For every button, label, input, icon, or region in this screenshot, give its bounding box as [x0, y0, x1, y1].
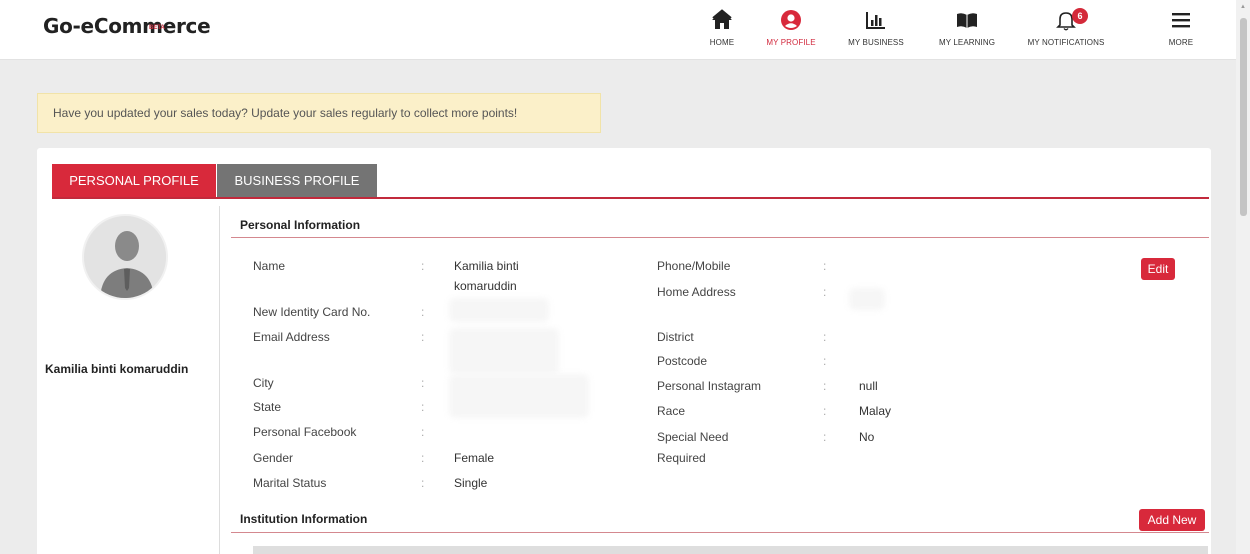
state-label: State — [253, 400, 282, 414]
phone-label: Phone/Mobile — [657, 259, 731, 273]
home-address-value-redacted — [849, 288, 885, 310]
institution-info-divider — [231, 532, 1209, 533]
avatar — [82, 214, 168, 300]
special-need-separator: : — [823, 430, 827, 444]
special-need-label-line2: Required — [657, 451, 706, 465]
beta-badge: BETA — [149, 25, 165, 31]
ic-value-redacted — [449, 298, 549, 322]
bar-chart-icon — [842, 8, 910, 32]
book-icon — [932, 8, 1002, 32]
nav-my-business[interactable]: MY BUSINESS — [842, 8, 910, 47]
nav-my-notifications[interactable]: 6 MY NOTIFICATIONS — [1022, 8, 1110, 47]
alert-text: Have you updated your sales today? Updat… — [53, 106, 518, 120]
email-separator: : — [421, 330, 425, 344]
name-label: Name — [253, 259, 286, 273]
name-value-line2: komaruddin — [454, 279, 517, 293]
marital-status-label: Marital Status — [253, 476, 327, 490]
district-separator: : — [823, 330, 827, 344]
special-need-value: No — [859, 430, 875, 444]
edit-button[interactable]: Edit — [1141, 258, 1175, 280]
postcode-separator: : — [823, 354, 827, 368]
state-separator: : — [421, 400, 425, 414]
instagram-value: null — [859, 379, 878, 393]
user-full-name: Kamilia binti komaruddin — [45, 362, 189, 376]
personal-info-title: Personal Information — [240, 218, 361, 232]
profile-sidebar: Kamilia binti komaruddin — [37, 206, 220, 554]
gender-value: Female — [454, 451, 495, 465]
add-new-institution-button[interactable]: Add New — [1139, 509, 1205, 531]
city-label: City — [253, 376, 274, 390]
ic-label: New Identity Card No. — [253, 305, 371, 319]
scrollbar-thumb[interactable] — [1240, 18, 1247, 216]
nav-my-learning-label: MY LEARNING — [938, 38, 996, 47]
email-label: Email Address — [253, 330, 330, 344]
marital-status-separator: : — [421, 476, 425, 490]
nav-my-profile[interactable]: MY PROFILE — [759, 8, 823, 47]
city-separator: : — [421, 376, 425, 390]
race-separator: : — [823, 404, 827, 418]
profile-card: PERSONAL PROFILE BUSINESS PROFILE Kamili… — [37, 148, 1211, 554]
nav-my-notifications-label: MY NOTIFICATIONS — [1027, 38, 1105, 47]
home-address-separator: : — [823, 285, 827, 299]
nav-my-learning[interactable]: MY LEARNING — [932, 8, 1002, 47]
hamburger-menu-icon — [1164, 8, 1198, 32]
city-state-value-redacted — [449, 374, 589, 418]
gender-label: Gender — [253, 451, 294, 465]
postcode-label: Postcode — [657, 354, 708, 368]
instagram-separator: : — [823, 379, 827, 393]
tab-underline — [52, 197, 1209, 199]
tab-business-profile[interactable]: BUSINESS PROFILE — [217, 164, 377, 198]
nav-home[interactable]: HOME — [702, 8, 742, 47]
institution-table-header — [253, 546, 1208, 554]
name-separator: : — [421, 259, 425, 273]
race-label: Race — [657, 404, 686, 418]
nav-more-label: MORE — [1168, 38, 1194, 47]
user-silhouette-icon — [84, 216, 166, 298]
bell-icon: 6 — [1022, 8, 1110, 32]
nav-my-business-label: MY BUSINESS — [848, 38, 904, 47]
notification-count-badge: 6 — [1072, 8, 1088, 24]
top-navbar: Go-eCommerce BETA HOME MY PROFILE MY BUS… — [0, 0, 1236, 60]
facebook-separator: : — [421, 425, 425, 439]
sales-reminder-alert: Have you updated your sales today? Updat… — [37, 93, 601, 133]
name-value-line1: Kamilia binti — [454, 259, 519, 273]
user-circle-icon — [759, 8, 823, 32]
tab-personal-profile[interactable]: PERSONAL PROFILE — [52, 164, 216, 198]
home-icon — [702, 8, 742, 32]
home-address-label: Home Address — [657, 285, 736, 299]
district-label: District — [657, 330, 694, 344]
nav-more[interactable]: MORE — [1164, 8, 1198, 47]
instagram-label: Personal Instagram — [657, 379, 762, 393]
nav-home-label: HOME — [709, 38, 735, 47]
ic-separator: : — [421, 305, 425, 319]
phone-separator: : — [823, 259, 827, 273]
special-need-label-line1: Special Need — [657, 430, 729, 444]
race-value: Malay — [859, 404, 892, 418]
gender-separator: : — [421, 451, 425, 465]
institution-info-title: Institution Information — [240, 512, 368, 526]
marital-status-value: Single — [454, 476, 488, 490]
app-title: Go-eCommerce — [43, 14, 211, 38]
scroll-up-arrow-icon[interactable]: ▲ — [1240, 4, 1246, 10]
facebook-label: Personal Facebook — [253, 425, 357, 439]
email-value-redacted — [449, 328, 559, 374]
nav-my-profile-label: MY PROFILE — [766, 38, 816, 47]
app-logo[interactable]: Go-eCommerce — [43, 14, 211, 38]
personal-info-divider — [231, 237, 1209, 238]
